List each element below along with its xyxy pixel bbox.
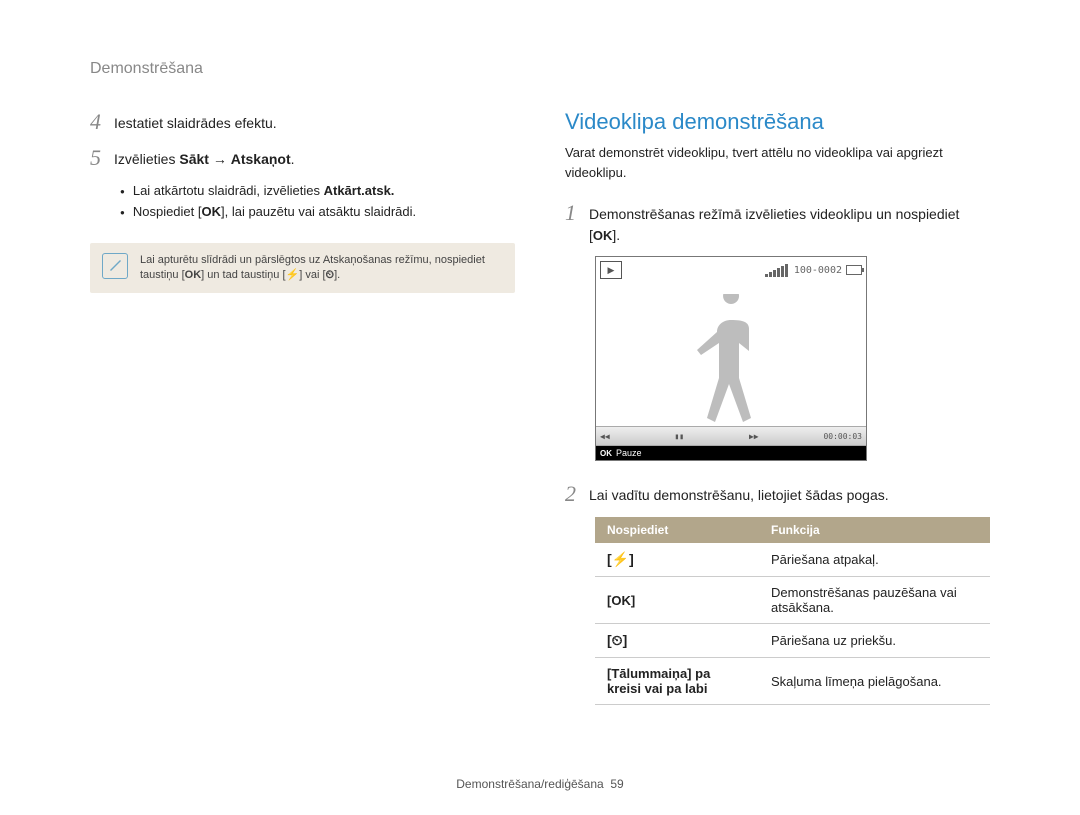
text: ]. [612, 227, 620, 243]
table-row: [⚡] Pāriešana atpakaļ. [595, 543, 990, 577]
section-title: Videoklipa demonstrēšana [565, 109, 990, 135]
list-item: Lai atkārtotu slaidrādi, izvēlieties Atk… [120, 181, 515, 202]
ok-label: OK [600, 449, 612, 458]
timer-icon: [⏲] [607, 632, 627, 648]
th-function: Funkcija [759, 517, 990, 543]
list-item: Nospiediet [OK], lai pauzētu vai atsāktu… [120, 202, 515, 223]
footer: Demonstrēšana/rediģēšana 59 [90, 777, 990, 795]
note-text: Lai apturētu slīdrādi un pārslēgtos uz A… [140, 253, 503, 284]
right-column: Videoklipa demonstrēšana Varat demonstrē… [565, 109, 990, 777]
step-text: Lai vadītu demonstrēšanu, lietojiet šāda… [589, 481, 889, 506]
text: Izvēlieties [114, 151, 179, 167]
step-number: 4 [90, 109, 114, 135]
step-number: 2 [565, 481, 589, 507]
ok-icon: OK [185, 269, 202, 281]
left-column: 4 Iestatiet slaidrādes efektu. 5 Izvēlie… [90, 109, 515, 777]
figure-silhouette [596, 281, 866, 424]
ok-icon: OK [593, 228, 613, 243]
func-text: Skaļuma līmeņa pielāgošana. [759, 658, 990, 705]
battery-icon [846, 265, 862, 275]
step-2: 2 Lai vadītu demonstrēšanu, lietojiet šā… [565, 481, 990, 507]
intro-text: Varat demonstrēt videoklipu, tvert attēl… [565, 143, 990, 182]
step-4: 4 Iestatiet slaidrādes efektu. [90, 109, 515, 135]
ok-icon: [OK] [607, 593, 635, 608]
text: Lai atkārtotu slaidrādi, izvēlieties [133, 183, 324, 198]
function-table: Nospiediet Funkcija [⚡] Pāriešana atpaka… [595, 517, 990, 705]
text: Demonstrēšanas režīmā izvēlieties videok… [589, 206, 959, 243]
func-text: Pāriešana atpakaļ. [759, 543, 990, 577]
ok-bar: OK Pauze [596, 446, 866, 460]
text: ] vai [ [299, 269, 325, 281]
playback-bar: ◀◀ ▮▮ ▶▶ 00:00:03 [596, 426, 866, 446]
text: ], lai pauzētu vai atsāktu slaidrādi. [221, 204, 416, 219]
note-icon [102, 253, 128, 279]
step-text: Izvēlieties Sākt → Atskaņot. [114, 145, 295, 170]
step-number: 1 [565, 200, 589, 226]
rewind-icon: ◀◀ [600, 432, 610, 441]
ok-icon: OK [202, 204, 222, 219]
step-5: 5 Izvēlieties Sākt → Atskaņot. [90, 145, 515, 171]
zoom-label: [Tālummaiņa] pa kreisi vai pa labi [595, 658, 759, 705]
table-row: [Tālummaiņa] pa kreisi vai pa labi Skaļu… [595, 658, 990, 705]
flash-icon: ⚡ [286, 269, 300, 281]
th-press: Nospiediet [595, 517, 759, 543]
bullet-list: Lai atkārtotu slaidrādi, izvēlieties Atk… [120, 181, 515, 223]
file-counter: 100-0002 [794, 265, 842, 276]
func-text: Demonstrēšanas pauzēšana vai atsākšana. [759, 577, 990, 624]
elapsed-time: 00:00:03 [823, 432, 862, 441]
pause-label: Pauze [616, 448, 642, 458]
table-row: [⏲] Pāriešana uz priekšu. [595, 624, 990, 658]
forward-icon: ▶▶ [749, 432, 759, 441]
func-text: Pāriešana uz priekšu. [759, 624, 990, 658]
breadcrumb: Demonstrēšana [90, 60, 990, 79]
text: ] un tad taustiņu [ [201, 269, 285, 281]
text: . [291, 151, 295, 167]
volume-icon [765, 264, 788, 277]
text-bold: Sākt [179, 151, 209, 167]
flash-icon: [⚡] [607, 551, 634, 567]
step-number: 5 [90, 145, 114, 171]
text-bold: Atkārt.atsk. [324, 183, 395, 198]
step-1: 1 Demonstrēšanas režīmā izvēlieties vide… [565, 200, 990, 246]
pause-icon: ▮▮ [674, 432, 684, 441]
timer-icon: ⏲ [326, 269, 335, 281]
text: ]. [334, 269, 340, 281]
arrow: → [209, 151, 231, 167]
footer-label: Demonstrēšana/rediģēšana [456, 777, 603, 791]
step-text: Demonstrēšanas režīmā izvēlieties videok… [589, 200, 990, 246]
note-box: Lai apturētu slīdrādi un pārslēgtos uz A… [90, 243, 515, 294]
step-text: Iestatiet slaidrādes efektu. [114, 109, 277, 134]
text: Nospiediet [ [133, 204, 202, 219]
video-preview: ▶ 100-0002 ◀◀ ▮ [595, 256, 867, 461]
table-row: [OK] Demonstrēšanas pauzēšana vai atsākš… [595, 577, 990, 624]
page-number: 59 [610, 777, 623, 791]
play-indicator-icon: ▶ [600, 261, 622, 279]
text-bold: Atskaņot [231, 151, 291, 167]
